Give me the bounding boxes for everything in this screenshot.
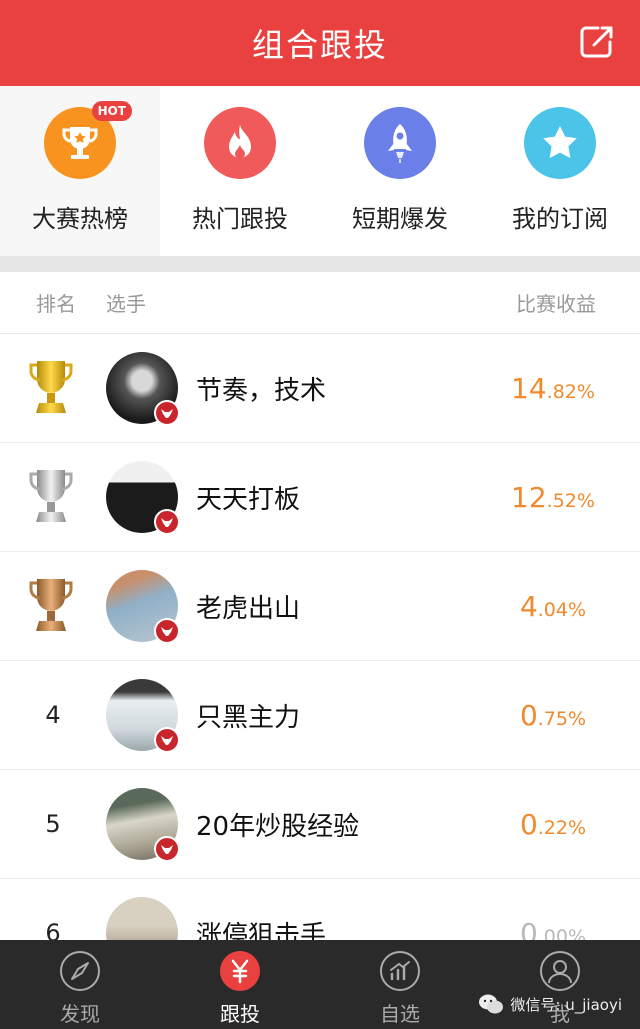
category-label: 短期爆发	[352, 205, 448, 233]
flame-icon	[204, 107, 276, 179]
category-short-burst[interactable]: 短期爆发	[320, 86, 480, 256]
rank-cell	[0, 466, 106, 528]
wechat-icon	[479, 994, 504, 1014]
category-label: 大赛热榜	[32, 205, 128, 233]
rank-column-header: 排名	[36, 292, 76, 316]
category-contest-hot[interactable]: HOT 大赛热榜	[0, 86, 160, 256]
tab-me[interactable]: 我	[480, 940, 640, 1029]
avatar	[106, 788, 180, 862]
category-my-subscriptions[interactable]: 我的订阅	[480, 86, 640, 256]
rank-number: 4	[45, 701, 61, 729]
player-name: 只黑主力	[196, 702, 301, 733]
silver-trophy-icon	[29, 470, 73, 522]
category-label: 我的订阅	[512, 205, 608, 233]
section-divider	[0, 256, 640, 272]
chart-icon	[379, 950, 421, 992]
bottom-tab-bar: 发现 跟投 自选 我	[0, 940, 640, 1029]
ranking-row[interactable]: 4 只黑主力 0.75%	[0, 661, 640, 770]
category-hot-follow[interactable]: 热门跟投	[160, 86, 320, 256]
bull-badge-icon	[154, 836, 180, 862]
return-value: 4.04%	[519, 589, 587, 623]
bull-badge-icon	[154, 618, 180, 644]
return-value: 12.52%	[511, 480, 595, 514]
app-header: 组合跟投	[0, 0, 640, 86]
ranking-row[interactable]: 老虎出山 4.04%	[0, 552, 640, 661]
tab-label: 发现	[60, 1002, 100, 1026]
avatar	[106, 679, 180, 753]
watermark-text: 微信号: u_jiaoyi	[510, 995, 622, 1014]
tab-discover[interactable]: 发现	[0, 940, 160, 1029]
ranking-row[interactable]: 5 20年炒股经验 0.22%	[0, 770, 640, 879]
wechat-watermark: 微信号: u_jiaoyi	[478, 993, 622, 1015]
bronze-trophy-icon	[29, 579, 73, 631]
return-value: 0.75%	[519, 698, 587, 732]
avatar	[106, 352, 180, 426]
player-column-header: 选手	[106, 292, 146, 316]
avatar	[106, 570, 180, 644]
category-label: 热门跟投	[192, 205, 288, 233]
category-nav: HOT 大赛热榜 热门跟投 短期爆发 我的订阅	[0, 86, 640, 256]
compass-icon	[59, 950, 101, 992]
rocket-icon	[364, 107, 436, 179]
bull-badge-icon	[154, 727, 180, 753]
avatar	[106, 461, 180, 535]
trophy-icon: HOT	[44, 101, 132, 179]
gold-trophy-icon	[29, 361, 73, 413]
hot-badge: HOT	[91, 101, 132, 121]
rank-cell	[0, 357, 106, 419]
player-name: 20年炒股经验	[196, 811, 360, 842]
return-value: 14.82%	[511, 371, 595, 405]
tab-label: 自选	[380, 1002, 420, 1026]
tab-watchlist[interactable]: 自选	[320, 940, 480, 1029]
star-icon	[524, 107, 596, 179]
tab-follow[interactable]: 跟投	[160, 940, 320, 1029]
page-title: 组合跟投	[251, 26, 388, 64]
bull-badge-icon	[154, 509, 180, 535]
share-icon	[580, 26, 613, 58]
rank-cell	[0, 575, 106, 637]
rank-number: 5	[45, 810, 61, 838]
ranking-row[interactable]: 天天打板 12.52%	[0, 443, 640, 552]
bull-badge-icon	[154, 400, 180, 426]
ranking-row[interactable]: 节奏，技术 14.82%	[0, 334, 640, 443]
yuan-icon	[219, 950, 261, 992]
player-name: 老虎出山	[196, 593, 301, 624]
share-button[interactable]	[576, 22, 616, 62]
return-column-header: 比赛收益	[516, 292, 596, 316]
player-name: 节奏，技术	[196, 375, 327, 406]
user-icon	[539, 950, 581, 992]
tab-label: 跟投	[220, 1002, 260, 1026]
ranking-list-header: 排名 选手 比赛收益	[0, 272, 640, 334]
player-name: 天天打板	[196, 484, 301, 515]
return-value: 0.22%	[519, 807, 587, 841]
ranking-list: 节奏，技术 14.82% 天天打板 12.52% 老虎出山 4.04% 4 只黑…	[0, 334, 640, 988]
